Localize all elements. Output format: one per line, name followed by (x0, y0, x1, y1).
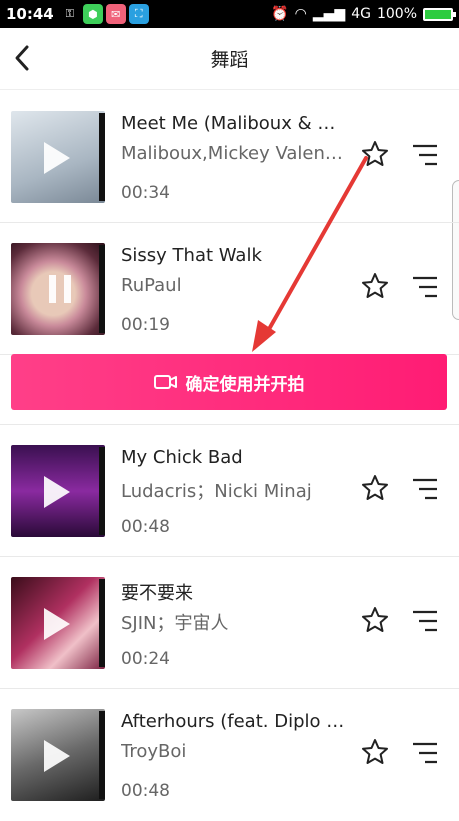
song-list: Meet Me (Maliboux & U... Maliboux,Mickey… (0, 91, 459, 821)
song-artist: Ludacris；Nicki Minaj (121, 481, 312, 502)
mail-app-icon: ✉ (105, 4, 126, 24)
song-artist: SJIN；宇宙人 (121, 613, 229, 634)
play-icon[interactable] (44, 608, 70, 640)
song-title: Meet Me (Maliboux & U... (121, 113, 346, 134)
song-duration: 00:48 (121, 781, 170, 801)
status-bar: 10:44 ⚿ ⬢ ✉ ⛶ ⏰ ◠ ▂▄▆ 4G 100% (0, 0, 459, 28)
wifi-icon: ◠ (294, 6, 307, 22)
star-icon[interactable] (361, 140, 389, 168)
list-item[interactable]: Afterhours (feat. Diplo A... TroyBoi 00:… (0, 689, 459, 821)
battery-icon (423, 7, 456, 21)
status-right: ⏰ ◠ ▂▄▆ 4G 100% (271, 6, 456, 22)
list-item[interactable]: My Chick Bad Ludacris；Nicki Minaj 00:48 (0, 425, 459, 557)
play-icon[interactable] (44, 740, 70, 772)
song-duration: 00:48 (121, 517, 170, 537)
alarm-icon: ⏰ (271, 6, 289, 22)
song-artist: Maliboux,Mickey Valen,... (121, 143, 346, 164)
song-artist: TroyBoi (121, 741, 187, 762)
confirm-shoot-label: 确定使用并开拍 (185, 374, 305, 395)
confirm-shoot-button[interactable]: 确定使用并开拍 (11, 354, 447, 410)
video-camera-icon (153, 375, 177, 389)
scan-app-icon: ⛶ (128, 4, 149, 24)
album-cover[interactable] (11, 243, 105, 335)
list-item[interactable]: Sissy That Walk RuPaul 00:19 (0, 223, 459, 355)
song-duration: 00:19 (121, 315, 170, 335)
album-cover[interactable] (11, 111, 105, 203)
song-duration: 00:24 (121, 649, 170, 669)
signal-icon: ▂▄▆ (312, 6, 346, 22)
star-icon[interactable] (361, 474, 389, 502)
playlist-menu-icon[interactable] (411, 742, 439, 764)
album-cover[interactable] (11, 709, 105, 801)
playlist-menu-icon[interactable] (411, 478, 439, 500)
song-title: 要不要来 (121, 583, 193, 604)
list-item[interactable]: Meet Me (Maliboux & U... Maliboux,Mickey… (0, 91, 459, 223)
star-icon[interactable] (361, 606, 389, 634)
playlist-menu-icon[interactable] (411, 610, 439, 632)
playlist-menu-icon[interactable] (411, 276, 439, 298)
song-title: My Chick Bad (121, 447, 243, 468)
star-icon[interactable] (361, 272, 389, 300)
shield-app-icon: ⬢ (82, 4, 103, 24)
status-app-icons: ⚿ ⬢ ✉ ⛶ (60, 4, 149, 24)
album-cover[interactable] (11, 445, 105, 537)
song-duration: 00:34 (121, 183, 170, 203)
album-cover[interactable] (11, 577, 105, 669)
page-header: 舞蹈 (0, 28, 459, 90)
song-title: Sissy That Walk (121, 245, 262, 266)
playlist-menu-icon[interactable] (411, 144, 439, 166)
song-artist: RuPaul (121, 275, 182, 296)
status-time: 10:44 (6, 5, 54, 23)
lock-notification-icon: ⚿ (65, 7, 74, 20)
star-icon[interactable] (361, 738, 389, 766)
network-type: 4G (351, 6, 371, 22)
song-title: Afterhours (feat. Diplo A... (121, 711, 346, 732)
play-icon[interactable] (44, 142, 70, 174)
back-icon[interactable] (12, 42, 40, 74)
list-item[interactable]: 要不要来 SJIN；宇宙人 00:24 (0, 557, 459, 689)
battery-percent: 100% (376, 6, 417, 22)
play-icon[interactable] (44, 476, 70, 508)
pause-icon[interactable] (49, 275, 71, 303)
page-title: 舞蹈 (210, 49, 249, 71)
